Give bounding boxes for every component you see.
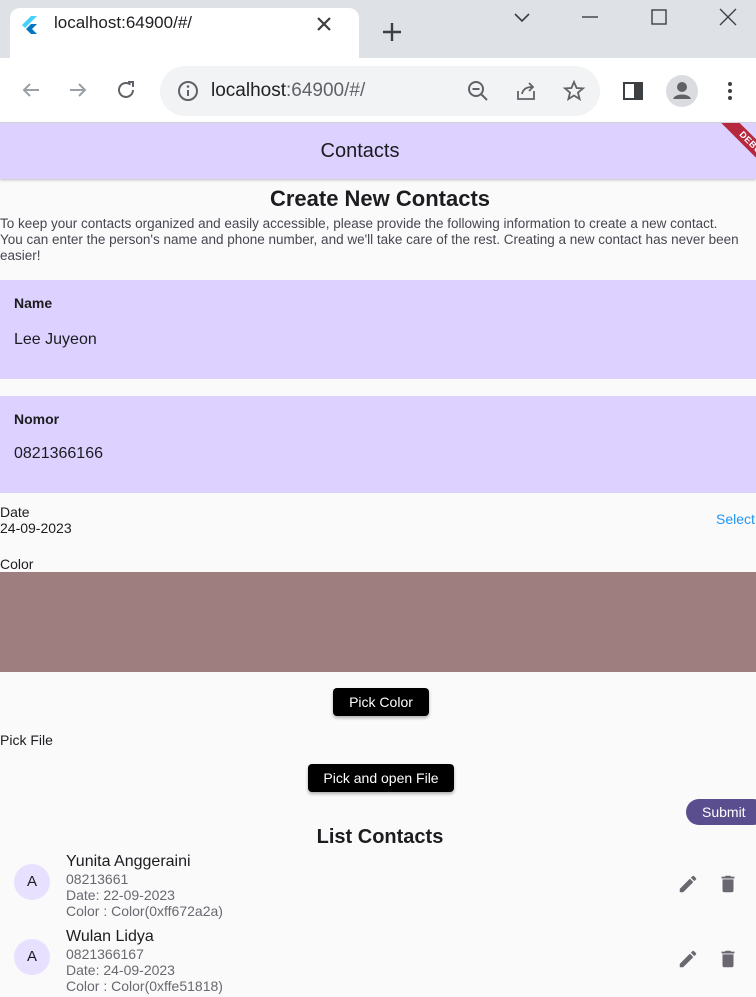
site-info-icon[interactable] xyxy=(176,79,200,103)
zoom-out-icon[interactable] xyxy=(466,79,490,103)
select-date-button[interactable]: Select xyxy=(716,511,755,527)
close-window-icon[interactable] xyxy=(717,6,739,28)
number-field-value[interactable]: 0821366166 xyxy=(14,445,103,463)
new-tab-icon[interactable] xyxy=(380,20,404,44)
contact-number: 0821366167 xyxy=(66,946,144,962)
contact-color: Color : Color(0xff672a2a) xyxy=(66,903,223,919)
edit-icon[interactable] xyxy=(677,948,699,970)
tab-title: localhost:64900/#/ xyxy=(54,13,192,32)
minimize-icon[interactable] xyxy=(579,6,601,28)
description-line: easier! xyxy=(0,248,41,263)
contact-date: Date: 24-09-2023 xyxy=(66,962,175,978)
contact-name: Yunita Anggeraini xyxy=(66,853,191,870)
app-bar-title: Contacts xyxy=(320,140,400,162)
description-line: To keep your contacts organized and easi… xyxy=(0,216,718,231)
pick-color-button[interactable]: Pick Color xyxy=(333,688,429,716)
description-line: You can enter the person's name and phon… xyxy=(0,232,739,247)
contact-color: Color : Color(0xffe51818) xyxy=(66,978,223,994)
pick-open-file-button[interactable]: Pick and open File xyxy=(308,764,454,792)
form-description: To keep your contacts organized and easi… xyxy=(0,216,756,264)
color-label: Color xyxy=(0,556,34,572)
share-icon[interactable] xyxy=(514,79,538,103)
contact-number: 08213661 xyxy=(66,871,129,887)
page-title: Create New Contacts xyxy=(269,186,491,211)
url-text[interactable]: localhost:64900/#/ xyxy=(211,80,365,102)
date-label: Date xyxy=(0,504,30,520)
pick-file-label: Pick File xyxy=(0,732,53,748)
avatar: A xyxy=(14,864,50,900)
name-field-label: Name xyxy=(14,295,53,311)
submit-button[interactable]: Submit xyxy=(686,799,756,825)
avatar: A xyxy=(14,939,50,975)
name-field[interactable] xyxy=(0,280,756,379)
tab-search-icon[interactable] xyxy=(511,6,533,28)
back-icon[interactable] xyxy=(19,78,43,102)
reload-icon[interactable] xyxy=(114,78,138,102)
contact-date: Date: 22-09-2023 xyxy=(66,887,175,903)
flutter-icon xyxy=(22,16,37,34)
menu-kebab-icon[interactable] xyxy=(718,79,742,103)
delete-icon[interactable] xyxy=(717,873,739,895)
edit-icon[interactable] xyxy=(677,873,699,895)
name-field-value[interactable]: Lee Juyeon xyxy=(14,331,97,349)
debug-banner-label: DEBUG xyxy=(716,123,756,179)
color-preview xyxy=(0,572,756,672)
profile-avatar-icon[interactable] xyxy=(666,75,698,107)
debug-banner: DEBUG xyxy=(700,123,756,179)
number-field-label: Nomor xyxy=(14,411,60,427)
forward-icon[interactable] xyxy=(66,78,90,102)
maximize-icon[interactable] xyxy=(648,6,670,28)
side-panel-icon[interactable] xyxy=(621,79,645,103)
list-heading: List Contacts xyxy=(316,826,444,848)
number-field[interactable] xyxy=(0,396,756,493)
close-tab-icon[interactable] xyxy=(312,12,336,36)
delete-icon[interactable] xyxy=(717,948,739,970)
bookmark-star-icon[interactable] xyxy=(562,79,586,103)
date-value: 24-09-2023 xyxy=(0,520,72,536)
contact-name: Wulan Lidya xyxy=(66,928,154,945)
